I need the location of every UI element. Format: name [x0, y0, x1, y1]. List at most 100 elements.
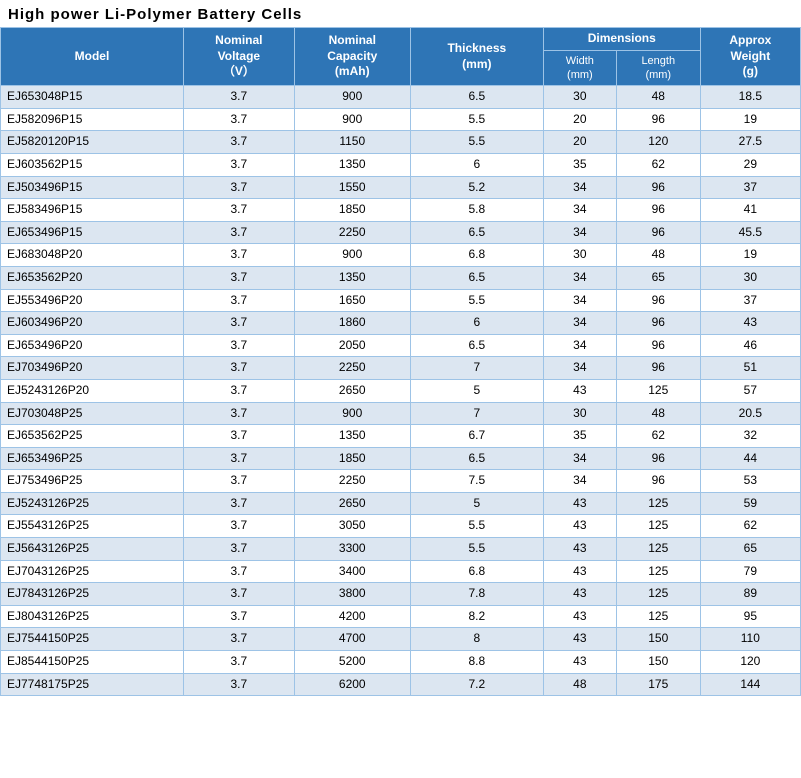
cell-voltage: 3.7	[183, 379, 294, 402]
cell-capacity: 1850	[294, 199, 410, 222]
cell-model: EJ583496P15	[1, 199, 184, 222]
cell-voltage: 3.7	[183, 425, 294, 448]
cell-width: 34	[543, 176, 616, 199]
table-row: EJ7748175P253.762007.248175144	[1, 673, 801, 696]
cell-length: 125	[616, 492, 700, 515]
cell-width: 34	[543, 266, 616, 289]
cell-model: EJ5643126P25	[1, 538, 184, 561]
cell-capacity: 2250	[294, 470, 410, 493]
cell-capacity: 5200	[294, 651, 410, 674]
cell-voltage: 3.7	[183, 492, 294, 515]
table-row: EJ582096P153.79005.5209619	[1, 108, 801, 131]
cell-weight: 18.5	[700, 86, 800, 109]
cell-weight: 27.5	[700, 131, 800, 154]
cell-thickness: 5.5	[410, 515, 543, 538]
cell-model: EJ653562P20	[1, 266, 184, 289]
cell-thickness: 7.8	[410, 583, 543, 606]
cell-weight: 120	[700, 651, 800, 674]
table-row: EJ7843126P253.738007.84312589	[1, 583, 801, 606]
cell-model: EJ8544150P25	[1, 651, 184, 674]
cell-capacity: 1860	[294, 312, 410, 335]
cell-voltage: 3.7	[183, 312, 294, 335]
cell-width: 20	[543, 131, 616, 154]
cell-width: 43	[543, 515, 616, 538]
cell-capacity: 6200	[294, 673, 410, 696]
table-row: EJ653496P253.718506.5349644	[1, 447, 801, 470]
cell-length: 96	[616, 199, 700, 222]
cell-thickness: 8	[410, 628, 543, 651]
cell-thickness: 8.2	[410, 605, 543, 628]
cell-width: 43	[543, 379, 616, 402]
cell-length: 96	[616, 470, 700, 493]
header-row-1: Model Nominal Voltage （V） Nominal Capaci…	[1, 28, 801, 51]
cell-voltage: 3.7	[183, 131, 294, 154]
cell-weight: 95	[700, 605, 800, 628]
table-row: EJ553496P203.716505.5349637	[1, 289, 801, 312]
cell-width: 34	[543, 447, 616, 470]
cell-thickness: 7.5	[410, 470, 543, 493]
battery-table: Model Nominal Voltage （V） Nominal Capaci…	[0, 27, 801, 696]
cell-voltage: 3.7	[183, 244, 294, 267]
cell-capacity: 2250	[294, 357, 410, 380]
cell-voltage: 3.7	[183, 605, 294, 628]
col-dimensions: Dimensions	[543, 28, 700, 51]
cell-weight: 46	[700, 334, 800, 357]
cell-length: 125	[616, 605, 700, 628]
cell-voltage: 3.7	[183, 402, 294, 425]
cell-length: 96	[616, 176, 700, 199]
cell-voltage: 3.7	[183, 108, 294, 131]
cell-capacity: 900	[294, 244, 410, 267]
table-row: EJ7544150P253.74700843150110	[1, 628, 801, 651]
table-row: EJ503496P153.715505.2349637	[1, 176, 801, 199]
cell-voltage: 3.7	[183, 538, 294, 561]
cell-weight: 53	[700, 470, 800, 493]
cell-model: EJ603496P20	[1, 312, 184, 335]
cell-model: EJ7748175P25	[1, 673, 184, 696]
cell-capacity: 3800	[294, 583, 410, 606]
cell-voltage: 3.7	[183, 221, 294, 244]
cell-voltage: 3.7	[183, 266, 294, 289]
cell-model: EJ703048P25	[1, 402, 184, 425]
col-capacity: Nominal Capacity (mAh)	[294, 28, 410, 86]
cell-capacity: 2250	[294, 221, 410, 244]
cell-weight: 19	[700, 244, 800, 267]
cell-thickness: 6.7	[410, 425, 543, 448]
cell-thickness: 5.5	[410, 108, 543, 131]
col-voltage: Nominal Voltage （V）	[183, 28, 294, 86]
table-row: EJ5243126P253.7265054312559	[1, 492, 801, 515]
cell-width: 34	[543, 312, 616, 335]
cell-model: EJ653496P25	[1, 447, 184, 470]
cell-thickness: 5.2	[410, 176, 543, 199]
table-row: EJ8043126P253.742008.24312595	[1, 605, 801, 628]
cell-weight: 65	[700, 538, 800, 561]
cell-length: 96	[616, 447, 700, 470]
table-row: EJ7043126P253.734006.84312579	[1, 560, 801, 583]
table-row: EJ703048P253.79007304820.5	[1, 402, 801, 425]
cell-thickness: 7	[410, 402, 543, 425]
cell-thickness: 6.5	[410, 266, 543, 289]
cell-weight: 20.5	[700, 402, 800, 425]
table-row: EJ753496P253.722507.5349653	[1, 470, 801, 493]
cell-length: 62	[616, 425, 700, 448]
table-row: EJ653562P203.713506.5346530	[1, 266, 801, 289]
cell-model: EJ582096P15	[1, 108, 184, 131]
cell-capacity: 3050	[294, 515, 410, 538]
cell-capacity: 2650	[294, 492, 410, 515]
cell-length: 96	[616, 221, 700, 244]
cell-thickness: 8.8	[410, 651, 543, 674]
cell-width: 43	[543, 583, 616, 606]
cell-capacity: 900	[294, 86, 410, 109]
cell-model: EJ7043126P25	[1, 560, 184, 583]
cell-weight: 57	[700, 379, 800, 402]
cell-thickness: 5.8	[410, 199, 543, 222]
table-row: EJ603496P203.718606349643	[1, 312, 801, 335]
cell-weight: 30	[700, 266, 800, 289]
cell-weight: 41	[700, 199, 800, 222]
cell-model: EJ7843126P25	[1, 583, 184, 606]
cell-capacity: 900	[294, 108, 410, 131]
cell-width: 34	[543, 289, 616, 312]
cell-length: 48	[616, 402, 700, 425]
cell-length: 125	[616, 515, 700, 538]
cell-thickness: 6.5	[410, 334, 543, 357]
cell-voltage: 3.7	[183, 176, 294, 199]
